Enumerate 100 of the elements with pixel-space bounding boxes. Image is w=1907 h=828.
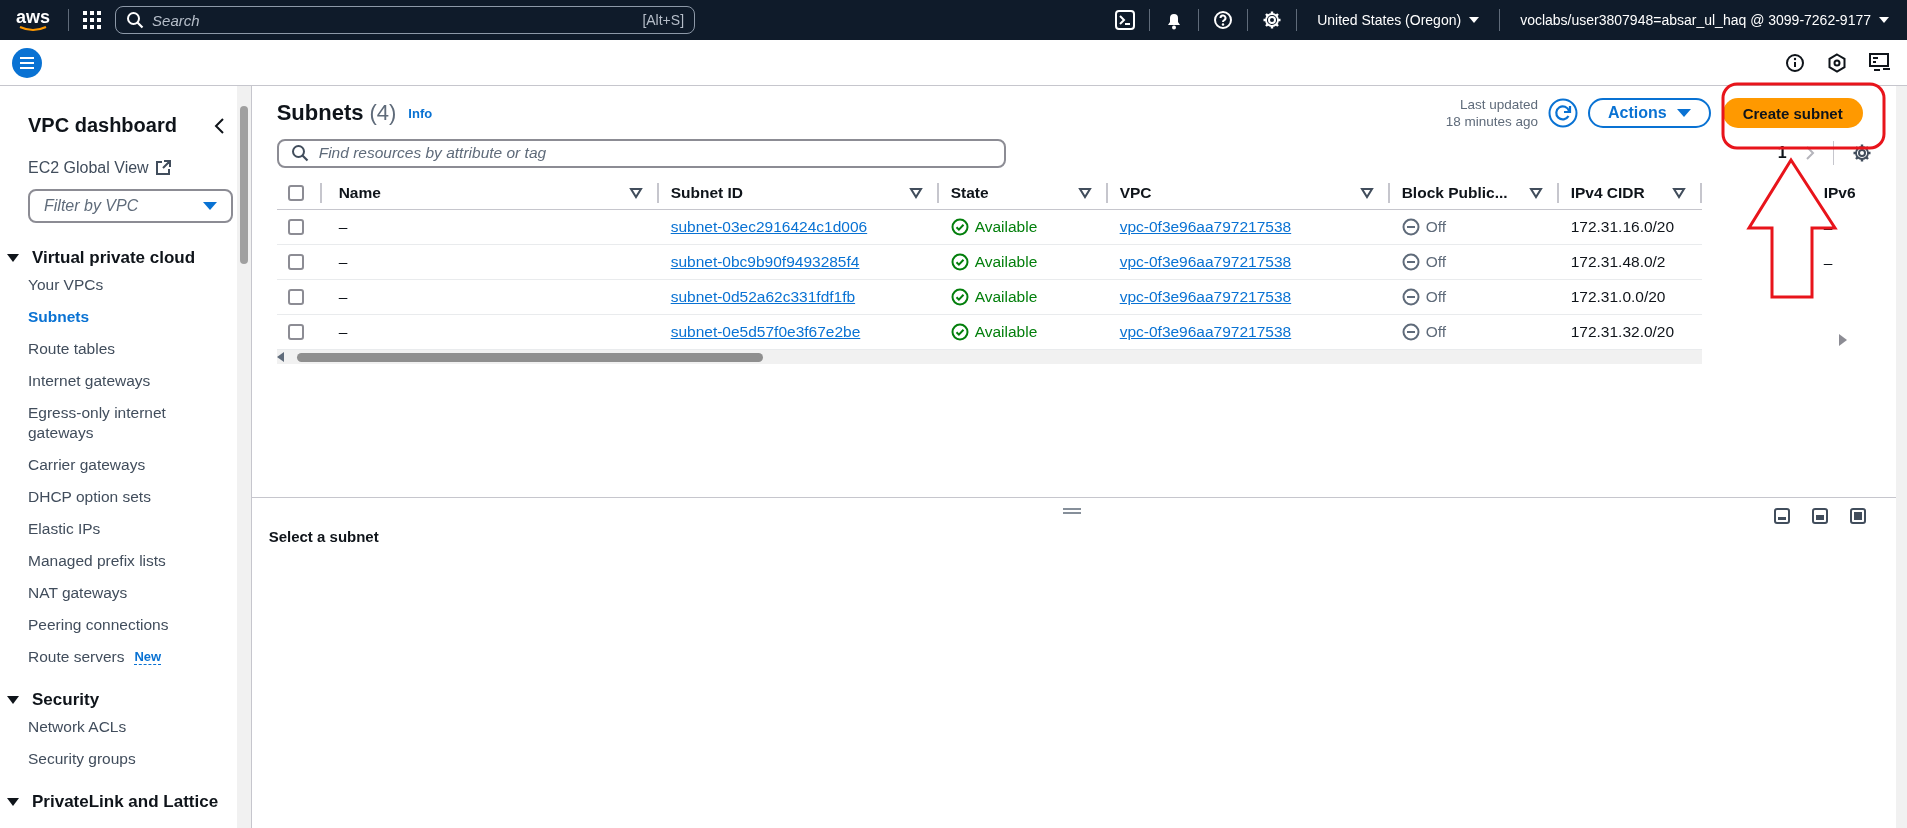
hexagon-icon[interactable] <box>1827 52 1847 73</box>
row-checkbox[interactable] <box>287 324 304 340</box>
section-heading[interactable]: PrivateLink and Lattice <box>32 791 219 813</box>
account-menu[interactable]: voclabs/user3807948=absar_ul_haq @ 3099-7262-9177 <box>1514 12 1895 28</box>
table-cell: 172.31.48.0/2 <box>1570 253 1666 271</box>
search-field[interactable]: Find resources by attribute or tag <box>276 138 1006 168</box>
terminal-icon[interactable] <box>1115 10 1136 30</box>
panel-bottom-icon[interactable] <box>1773 508 1790 524</box>
sidebar-item[interactable]: Network ACLs <box>28 711 213 743</box>
panel-title: Select a subnet <box>268 528 380 545</box>
row-checkbox[interactable] <box>287 219 304 235</box>
resize-handle-icon[interactable] <box>1063 508 1082 514</box>
monitor-icon[interactable] <box>1869 52 1891 73</box>
sidebar-link[interactable]: EC2 Global View <box>28 159 149 177</box>
scrollbar-thumb[interactable] <box>296 352 763 362</box>
collapse-icon[interactable] <box>213 116 226 135</box>
help-icon[interactable] <box>1213 10 1234 30</box>
sidebar-item[interactable]: Route tables <box>28 333 213 365</box>
status-text: Available <box>974 288 1038 306</box>
table-cell: – <box>338 218 348 236</box>
vpc-link[interactable]: vpc-0f3e96aa797217538 <box>1119 288 1292 306</box>
sort-icon <box>1077 186 1092 199</box>
shortcut-hint: [Alt+S] <box>642 12 685 28</box>
check-circle-icon <box>950 253 969 271</box>
status-text: Available <box>974 253 1038 271</box>
info-link[interactable]: Info <box>408 105 433 121</box>
scroll-left-icon[interactable] <box>276 352 285 362</box>
sidebar-item[interactable]: Internet gateways <box>28 365 213 397</box>
sidebar-item[interactable]: Elastic IPs <box>28 513 213 545</box>
column-header[interactable]: VPC <box>1119 183 1360 202</box>
table-cell: 172.31.0.0/20 <box>1570 288 1666 306</box>
column-header[interactable]: Name <box>338 183 629 202</box>
next-page-icon[interactable] <box>1804 145 1815 161</box>
table-cell: – <box>338 323 348 341</box>
row-checkbox[interactable] <box>287 254 304 270</box>
caret-icon <box>203 201 217 211</box>
column-header[interactable]: IPv6 <box>1823 184 1878 202</box>
sidebar-item[interactable]: Egress-only internet gateways <box>28 397 213 449</box>
settings-icon[interactable] <box>1851 143 1872 163</box>
sidebar-item[interactable]: Subnets <box>28 301 213 333</box>
sidebar-item[interactable]: Carrier gateways <box>28 449 213 481</box>
region-menu[interactable]: United States (Oregon) <box>1311 12 1486 28</box>
create-subnet-button[interactable]: Create subnet <box>1722 98 1863 128</box>
sidebar-item[interactable]: Managed prefix lists <box>28 545 213 577</box>
search-field[interactable]: Search [Alt+S] <box>115 6 696 34</box>
column-header[interactable]: IPv4 CIDR <box>1570 183 1672 202</box>
section-heading[interactable]: Virtual private cloud <box>32 247 196 269</box>
subnet-link[interactable]: subnet-03ec2916424c1d006 <box>670 218 868 236</box>
minus-circle-icon <box>1401 288 1420 306</box>
minus-circle-icon <box>1401 218 1420 236</box>
scroll-right-icon[interactable] <box>1838 334 1847 346</box>
scrollbar-track[interactable] <box>1895 86 1907 828</box>
scrollbar-thumb[interactable] <box>240 106 249 264</box>
sidebar-item[interactable]: DHCP option sets <box>28 481 213 513</box>
info-icon[interactable] <box>1785 52 1805 73</box>
status-text: Off <box>1425 218 1447 236</box>
check-circle-icon <box>950 323 969 341</box>
subnet-link[interactable]: subnet-0e5d57f0e3f67e2be <box>670 323 861 341</box>
subnet-link[interactable]: subnet-0bc9b90f9493285f4 <box>670 253 860 271</box>
sidebar-item[interactable]: Your VPCs <box>28 269 213 301</box>
external-link-icon <box>154 160 171 176</box>
subnet-link[interactable]: subnet-0d52a62c331fdf1fb <box>670 288 856 306</box>
last-updated-time: 18 minutes ago <box>1445 113 1538 130</box>
section-heading[interactable]: Security <box>32 689 100 711</box>
panel-full-icon[interactable] <box>1849 508 1866 524</box>
caret-icon <box>1879 16 1889 24</box>
page-title: Subnets <box>276 100 364 126</box>
check-circle-icon <box>950 218 969 236</box>
last-updated-label: Last updated <box>1459 96 1538 113</box>
vpc-link[interactable]: vpc-0f3e96aa797217538 <box>1119 323 1292 341</box>
column-header[interactable]: Subnet ID <box>670 183 909 202</box>
actions-button[interactable]: Actions <box>1587 98 1711 128</box>
sort-icon <box>1359 186 1374 199</box>
status-text: Off <box>1425 323 1447 341</box>
search-icon <box>126 11 145 29</box>
sidebar-item[interactable]: Security groups <box>28 743 213 775</box>
panel-side-icon[interactable] <box>1811 508 1828 524</box>
apps-grid-icon[interactable] <box>83 11 102 29</box>
sidebar-item[interactable]: Peering connections <box>28 609 213 641</box>
vpc-link[interactable]: vpc-0f3e96aa797217538 <box>1119 253 1292 271</box>
aws-logo[interactable]: aws <box>16 8 51 26</box>
status-text: Off <box>1425 288 1447 306</box>
sort-icon <box>908 186 923 199</box>
vpc-link[interactable]: vpc-0f3e96aa797217538 <box>1119 218 1292 236</box>
column-header[interactable]: Block Public... <box>1401 183 1529 202</box>
sidebar-item[interactable]: Route servers <box>28 641 125 673</box>
refresh-button[interactable] <box>1547 98 1578 128</box>
select-all-checkbox[interactable] <box>287 184 304 201</box>
status-text: Off <box>1425 253 1447 271</box>
sort-icon <box>628 186 643 199</box>
column-header[interactable]: State <box>950 183 1078 202</box>
table-cell: – <box>338 288 348 306</box>
menu-icon <box>19 55 35 70</box>
menu-button[interactable] <box>12 47 42 78</box>
sidebar-item[interactable]: NAT gateways <box>28 577 213 609</box>
caret-icon <box>1469 16 1480 24</box>
table-cell: – <box>1823 253 1833 272</box>
filter-dropdown[interactable]: Filter by VPC <box>28 189 233 223</box>
sidebar-title: VPC dashboard <box>28 114 177 137</box>
row-checkbox[interactable] <box>287 289 304 305</box>
